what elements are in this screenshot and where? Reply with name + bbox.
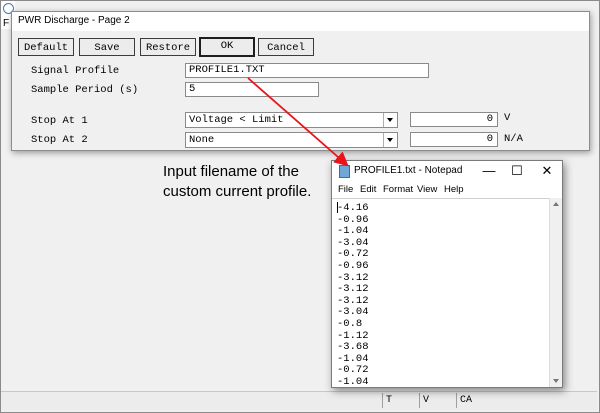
status-cell-v: V — [419, 393, 459, 408]
menu-file[interactable]: File — [338, 184, 353, 195]
stop-at-2-limit-input[interactable]: 0 — [410, 132, 498, 147]
stop-at-2-selected: None — [189, 134, 215, 146]
default-button[interactable]: Default — [18, 38, 74, 56]
notepad-text-line: -0.72 — [337, 364, 369, 377]
stop-at-2-label: Stop At 2 — [31, 134, 88, 146]
stop-at-1-select[interactable]: Voltage < Limit — [185, 112, 398, 128]
scroll-up-icon[interactable] — [553, 202, 559, 206]
notepad-text-area[interactable]: -4.16 -0.96 -1.04 -3.04 -0.72 -0.96 -3.12 -3.12… — [332, 198, 550, 388]
notepad-text-line: -0.96 — [337, 213, 369, 226]
minimize-icon[interactable]: — — [480, 163, 498, 178]
notepad-title: PROFILE1.txt - Notepad — [354, 165, 463, 176]
cancel-button[interactable]: Cancel — [258, 38, 314, 56]
dialog-title: PWR Discharge - Page 2 — [18, 15, 130, 26]
stop-at-2-select[interactable]: None — [185, 132, 398, 148]
chevron-down-icon[interactable] — [383, 113, 397, 127]
notepad-text-line: -0.96 — [337, 260, 369, 272]
background-menu-initial[interactable]: F — [3, 18, 9, 29]
annotation-line-1: Input filename of the — [163, 163, 299, 180]
stop-at-2-unit: N/A — [504, 133, 523, 145]
notepad-icon — [339, 165, 350, 178]
save-button[interactable]: Save — [79, 38, 135, 56]
status-cell-t: T — [382, 393, 422, 408]
notepad-text-line: -0.72 — [337, 248, 369, 261]
stop-at-1-label: Stop At 1 — [31, 115, 88, 127]
notepad-text-line: -1.04 — [337, 352, 369, 365]
notepad-text-line: -1.04 — [337, 376, 369, 388]
menu-format[interactable]: Format — [383, 184, 413, 195]
stop-at-1-limit-input[interactable]: 0 — [410, 112, 498, 127]
notepad-text-line: -3.12 — [337, 294, 369, 307]
status-cell-ca: CA — [456, 393, 520, 408]
signal-profile-input[interactable]: PROFILE1.TXT — [185, 63, 429, 78]
notepad-menu-bar: File Edit Format View Help — [332, 182, 562, 198]
notepad-text-line: -1.12 — [337, 329, 369, 342]
pwr-discharge-dialog: PWR Discharge - Page 2 Default Save Rest… — [11, 11, 590, 151]
ok-button[interactable]: OK — [199, 37, 255, 57]
notepad-text-line: -1.04 — [337, 225, 369, 238]
sample-period-label: Sample Period (s) — [31, 84, 139, 96]
restore-button[interactable]: Restore — [140, 38, 196, 56]
notepad-text-line: -3.68 — [337, 341, 369, 354]
annotation-callout: Input filename of the custom current pro… — [163, 162, 311, 202]
close-icon[interactable]: ✕ — [538, 163, 556, 179]
chevron-down-icon[interactable] — [383, 133, 397, 147]
sample-period-input[interactable]: 5 — [185, 82, 319, 97]
status-bar: T V CA — [1, 391, 597, 410]
stop-at-1-unit: V — [504, 112, 511, 124]
stop-at-1-selected: Voltage < Limit — [189, 114, 284, 126]
signal-profile-label: Signal Profile — [31, 65, 120, 77]
notepad-window: PROFILE1.txt - Notepad — ☐ ✕ File Edit F… — [331, 160, 563, 388]
notepad-text-line: -3.12 — [337, 283, 369, 296]
menu-edit[interactable]: Edit — [360, 184, 376, 195]
notepad-text-line: -0.8 — [337, 318, 363, 330]
notepad-scrollbar[interactable] — [549, 198, 562, 387]
notepad-text-line: -3.04 — [337, 306, 369, 319]
notepad-text-line: -4.16 — [337, 202, 369, 214]
dialog-title-bar: PWR Discharge - Page 2 — [12, 12, 589, 31]
annotation-line-2: custom current profile. — [163, 183, 312, 200]
maximize-icon[interactable]: ☐ — [508, 163, 526, 179]
scroll-down-icon[interactable] — [553, 379, 559, 383]
notepad-text-line: -3.04 — [337, 236, 369, 249]
notepad-title-bar: PROFILE1.txt - Notepad — ☐ ✕ — [332, 161, 562, 182]
notepad-text-line: -3.12 — [337, 271, 369, 284]
menu-help[interactable]: Help — [444, 184, 464, 195]
menu-view[interactable]: View — [417, 184, 437, 195]
